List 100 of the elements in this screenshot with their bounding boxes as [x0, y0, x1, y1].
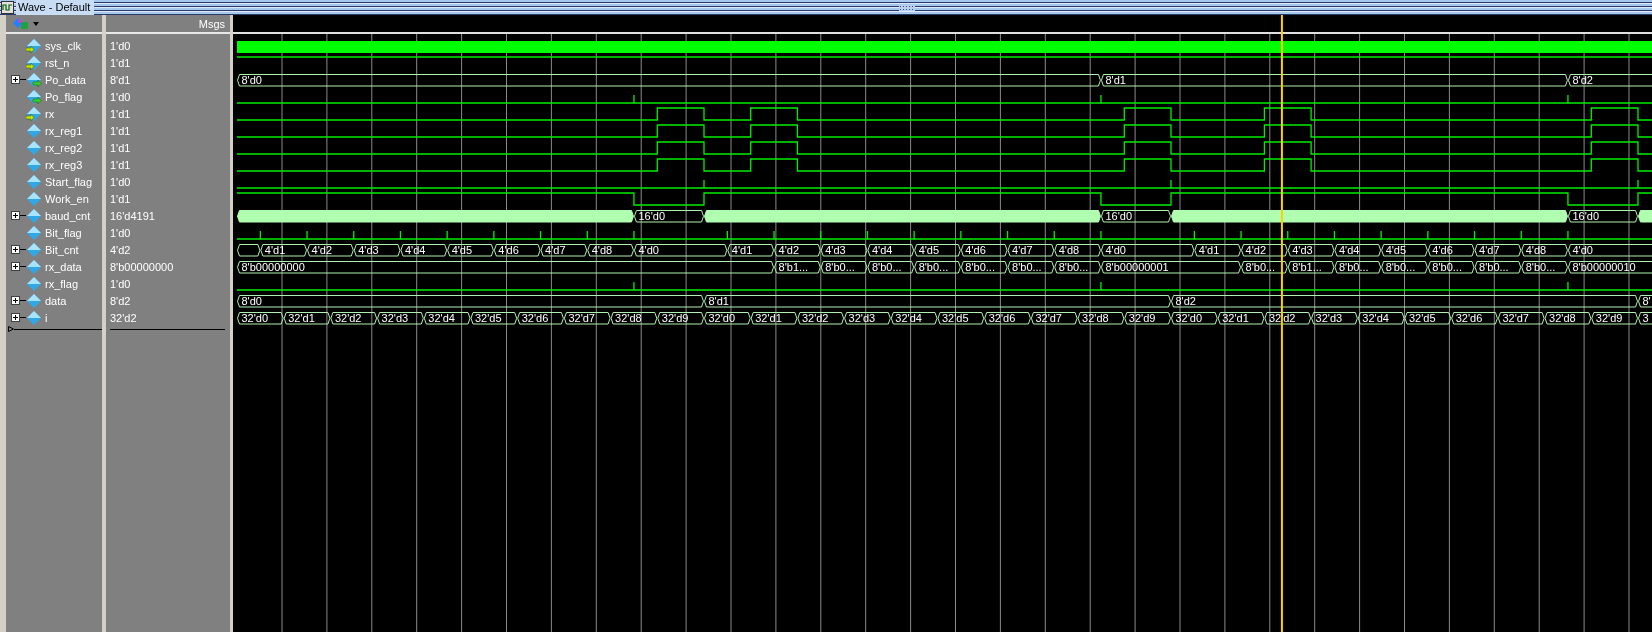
- expand-icon[interactable]: [11, 75, 26, 84]
- bus-value: 32'd9: [1128, 312, 1156, 325]
- bus-value: 4'd4: [871, 244, 893, 257]
- bus-value: 32'd3: [381, 312, 409, 325]
- expand-icon[interactable]: [11, 296, 26, 305]
- bus-value: 16'd0: [1572, 210, 1600, 223]
- bus-value: 8'b0...: [1525, 261, 1556, 274]
- bus-value: 8'b0...: [1338, 261, 1369, 274]
- bus-value: 4'd1: [264, 244, 286, 257]
- bus-value: 32'd8: [1082, 312, 1109, 325]
- signal-name[interactable]: Work_en: [45, 192, 89, 205]
- signal-value: 8'd1: [110, 73, 131, 86]
- bus-value: 32'd7: [1035, 312, 1062, 325]
- wave-icon: [1, 1, 14, 14]
- bus-value: 4'd3: [825, 244, 846, 257]
- bus-value: 32'd3: [848, 312, 876, 325]
- bus-value: 4'd8: [1058, 244, 1080, 257]
- bus-value: 4'd4: [404, 244, 426, 257]
- signal-name[interactable]: Start_flag: [45, 175, 93, 188]
- expand-icon[interactable]: [11, 313, 26, 322]
- signal-name[interactable]: Bit_cnt: [45, 243, 79, 256]
- bus-value: 4'd6: [498, 244, 519, 257]
- column-header: Msgs: [198, 17, 225, 30]
- bus-value: 32'd7: [1502, 312, 1529, 325]
- signal-value: 4'd2: [110, 243, 131, 256]
- bus-value: 4'd3: [358, 244, 379, 257]
- bus-value: 32'd8: [615, 312, 642, 325]
- bus-value: 32'd2: [801, 312, 829, 325]
- signal-name[interactable]: rx_data: [45, 260, 82, 273]
- signal-name[interactable]: i: [45, 311, 48, 324]
- bus-value: 8'b0...: [1385, 261, 1416, 274]
- bus-value: 4'd5: [1385, 244, 1407, 257]
- bus-value: 8'b0...: [1479, 261, 1509, 274]
- bus-value: 32'd8: [1549, 312, 1576, 325]
- bus-value: 32'd3: [1315, 312, 1343, 325]
- bus-value: 8'b0...: [965, 261, 995, 274]
- signal-value: 1'd0: [110, 90, 131, 103]
- bus-value: 32'd5: [475, 312, 502, 325]
- bus-value: 4'd5: [451, 244, 473, 257]
- bus-value: 8'b0...: [1058, 261, 1089, 274]
- bus-value: 8'b1...: [778, 261, 809, 274]
- bus-value: 32'd4: [1362, 312, 1389, 325]
- bus-value: 8'b0...: [1012, 261, 1042, 274]
- bus-value: 8'd0: [241, 74, 262, 87]
- bus-value: 8'b0...: [1245, 261, 1276, 274]
- bus-value: 8'b0...: [871, 261, 902, 274]
- bus-value: 8'd1: [1105, 74, 1126, 87]
- bus-value: 16'd0: [1105, 210, 1133, 223]
- bus-value: 4'd3: [1292, 244, 1313, 257]
- expand-icon[interactable]: [11, 245, 26, 254]
- signal-name[interactable]: rx: [45, 107, 55, 120]
- signal-value: 1'd1: [110, 107, 131, 120]
- bus-value: 8'b1...: [1292, 261, 1322, 274]
- expand-icon[interactable]: [11, 211, 26, 220]
- bus-value: 4'd0: [638, 244, 659, 257]
- signal-name[interactable]: rx_reg1: [45, 124, 83, 137]
- signal-value: 8'b00000000: [110, 260, 174, 273]
- bus-value: 8'b00000000: [241, 261, 305, 274]
- bus-value: 32'd4: [895, 312, 922, 325]
- bus-value: 16'd0: [638, 210, 666, 223]
- bus-value: 4'd7: [545, 244, 566, 257]
- signal-name[interactable]: baud_cnt: [45, 209, 91, 222]
- signal-name[interactable]: rst_n: [45, 56, 70, 69]
- signal-value: 1'd1: [110, 141, 131, 154]
- signal-value: 1'd0: [110, 39, 131, 52]
- bus-value: 4'd1: [731, 244, 753, 257]
- bus-value: 32'd9: [1595, 312, 1623, 325]
- bus-value: 4'd2: [311, 244, 332, 257]
- signal-value: 1'd1: [110, 124, 131, 137]
- signal-name[interactable]: rx_reg3: [45, 158, 83, 171]
- bus-value: 4'd4: [1338, 244, 1360, 257]
- bus-value: 32'd4: [428, 312, 455, 325]
- caret-icon[interactable]: [33, 21, 39, 26]
- bus-value: 8'd1: [708, 295, 729, 308]
- expand-icon[interactable]: [11, 262, 26, 271]
- bus-value: 32'd5: [942, 312, 969, 325]
- bus-value: 8'b00000010: [1572, 261, 1636, 274]
- signal-name[interactable]: rx_flag: [45, 277, 79, 290]
- bus-value: 4'd7: [1479, 244, 1500, 257]
- bus-value: 8'b0...: [825, 261, 855, 274]
- bus-value: 4'd8: [1525, 244, 1547, 257]
- signal-name[interactable]: Po_data: [45, 73, 86, 86]
- signal-value: 32'd2: [110, 311, 137, 324]
- bus-value: 32'd7: [568, 312, 595, 325]
- bus-value: 32'd0: [241, 312, 269, 325]
- signal-name[interactable]: Bit_flag: [45, 226, 82, 239]
- signal-value: 1'd1: [110, 56, 131, 69]
- bus-value: 32'd0: [1175, 312, 1203, 325]
- bus-value: 32'd1: [288, 312, 315, 325]
- bus-value: 8'b00000001: [1105, 261, 1169, 274]
- signal-name[interactable]: Po_flag: [45, 90, 83, 103]
- bus-value: 32'd9: [661, 312, 689, 325]
- bus-value: 4'd6: [1432, 244, 1453, 257]
- signal-value: 1'd0: [110, 277, 131, 290]
- bus-value: 32'd1: [1222, 312, 1249, 325]
- signal-name[interactable]: data: [45, 294, 67, 307]
- signal-name[interactable]: sys_clk: [45, 39, 82, 52]
- bus-value: 32'd6: [988, 312, 1016, 325]
- grip-handle[interactable]: [899, 4, 916, 11]
- signal-name[interactable]: rx_reg2: [45, 141, 83, 154]
